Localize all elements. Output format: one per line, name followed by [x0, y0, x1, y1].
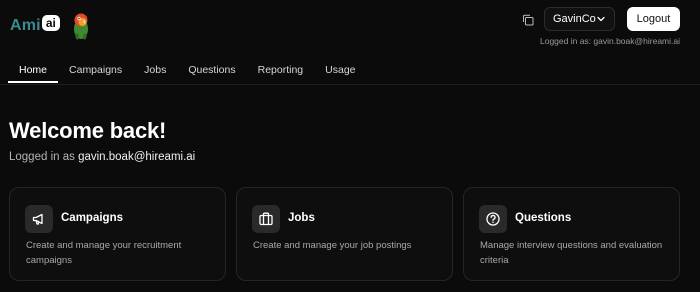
card-title: Campaigns: [61, 212, 123, 224]
campaigns-card[interactable]: Campaigns Create and manage your recruit…: [9, 187, 226, 281]
top-header: Ami ai GavinCo Logout Logged in as: gavi…: [0, 0, 700, 56]
tab-campaigns[interactable]: Campaigns: [58, 58, 133, 82]
chevron-down-icon: [597, 16, 605, 22]
card-title: Questions: [515, 212, 572, 224]
logged-in-email: gavin.boak@hireami.ai: [78, 151, 196, 163]
logged-in-as-header-text: Logged in as: gavin.boak@hireami.ai: [540, 36, 680, 46]
card-title: Jobs: [288, 212, 315, 224]
tab-reporting[interactable]: Reporting: [247, 58, 315, 82]
tab-home[interactable]: Home: [8, 58, 59, 83]
page-title: Welcome back!: [9, 118, 167, 143]
logout-button[interactable]: Logout: [627, 7, 680, 31]
organization-select[interactable]: GavinCo: [544, 7, 615, 31]
logo-text: Ami: [10, 17, 41, 34]
organization-select-value: GavinCo: [553, 13, 596, 25]
logged-in-prefix: Logged in as: [9, 151, 75, 163]
copy-icon[interactable]: [519, 11, 537, 29]
tab-usage[interactable]: Usage: [314, 58, 366, 82]
tab-questions[interactable]: Questions: [177, 58, 246, 82]
logged-in-as-text: Logged in as gavin.boak@hireami.ai: [9, 151, 195, 163]
jobs-card[interactable]: Jobs Create and manage your job postings: [236, 187, 453, 281]
question-circle-icon: [479, 205, 507, 233]
card-description: Create and manage your job postings: [253, 240, 412, 251]
parrot-mascot-icon: [74, 13, 88, 40]
card-description: Create and manage your recruitment campa…: [26, 240, 182, 266]
megaphone-icon: [25, 205, 53, 233]
ami-logo[interactable]: Ami ai: [10, 10, 60, 42]
tabs-divider: [0, 84, 700, 85]
briefcase-icon: [252, 205, 280, 233]
tab-jobs[interactable]: Jobs: [133, 58, 177, 82]
logo-ai-badge: ai: [41, 15, 60, 31]
questions-card[interactable]: Questions Manage interview questions and…: [463, 187, 680, 281]
main-nav-tabs: Home Campaigns Jobs Questions Reporting …: [8, 58, 367, 84]
card-description: Manage interview questions and evaluatio…: [480, 240, 663, 266]
